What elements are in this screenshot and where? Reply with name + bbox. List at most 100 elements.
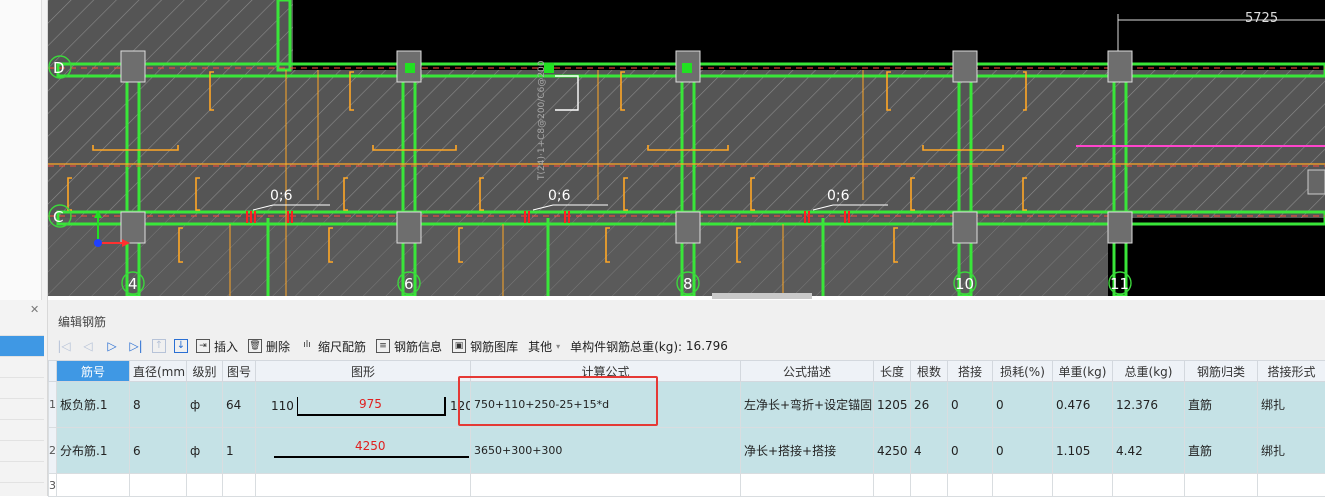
cell-empty[interactable] [57, 474, 130, 497]
shape-bar-line [274, 456, 469, 458]
cell-empty[interactable] [1258, 474, 1325, 497]
list-item[interactable] [0, 315, 44, 336]
header-fig-no[interactable]: 图号 [223, 361, 256, 382]
cell-category[interactable]: 直筋 [1185, 382, 1258, 428]
axis-label: 6 [404, 275, 414, 293]
cell-total-weight[interactable]: 12.376 [1113, 382, 1185, 428]
cell-formula[interactable]: 750+110+250-25+15*d [471, 382, 741, 428]
cell-lap-form[interactable]: 绑扎 [1258, 428, 1325, 474]
cell-empty[interactable] [471, 474, 741, 497]
cell-grade[interactable]: ф [187, 428, 223, 474]
next-record-icon[interactable]: ▷ [104, 339, 120, 353]
header-total-weight[interactable]: 总重(kg) [1113, 361, 1185, 382]
cell-fig-no[interactable]: 1 [223, 428, 256, 474]
rebar-library-button[interactable]: ▣钢筋图库 [452, 338, 518, 355]
cell-bar-name[interactable]: 分布筋.1 [57, 428, 130, 474]
cell-length[interactable]: 1205 [874, 382, 911, 428]
header-unit-weight[interactable]: 单重(kg) [1053, 361, 1113, 382]
cell-formula[interactable]: 3650+300+300 [471, 428, 741, 474]
cell-empty[interactable] [223, 474, 256, 497]
header-diameter[interactable]: 直径(mm) [130, 361, 187, 382]
cell-lap[interactable]: 0 [948, 382, 993, 428]
cell-loss[interactable]: 0 [993, 428, 1053, 474]
axis-label: C [53, 208, 63, 226]
list-item-selected[interactable] [0, 336, 44, 357]
table-row-empty[interactable]: 3 [49, 474, 1325, 497]
cell-empty[interactable] [1113, 474, 1185, 497]
header-grade[interactable]: 级别 [187, 361, 223, 382]
cell-empty[interactable] [1185, 474, 1258, 497]
axis-label: D [53, 59, 65, 77]
cell-bar-name[interactable]: 板负筋.1 [57, 382, 130, 428]
slab-hatch [48, 0, 293, 70]
cell-empty[interactable] [187, 474, 223, 497]
cell-count[interactable]: 4 [911, 428, 948, 474]
cell-shape[interactable]: 4250 [256, 428, 471, 474]
cad-viewport[interactable]: 5725 [48, 0, 1325, 296]
header-bar-name[interactable]: 筋号 [57, 361, 130, 382]
slab-hatch [48, 218, 1108, 296]
cell-length[interactable]: 4250 [874, 428, 911, 474]
cell-diameter[interactable]: 8 [130, 382, 187, 428]
cell-empty[interactable] [874, 474, 911, 497]
row-index: 3 [49, 474, 57, 497]
other-dropdown[interactable]: 其他▾ [528, 338, 560, 355]
slab-hatch [48, 70, 1325, 218]
last-record-icon[interactable]: ▷| [128, 339, 144, 353]
horizontal-scrollbar[interactable] [712, 293, 812, 299]
cell-grade[interactable]: ф [187, 382, 223, 428]
shape-mid-dim: 975 [359, 397, 382, 411]
cell-unit-weight[interactable]: 0.476 [1053, 382, 1113, 428]
cell-total-weight[interactable]: 4.42 [1113, 428, 1185, 474]
shape-bar-line [297, 414, 444, 416]
header-lap[interactable]: 搭接 [948, 361, 993, 382]
move-up-icon[interactable]: ↑ [152, 339, 166, 353]
cell-diameter[interactable]: 6 [130, 428, 187, 474]
shape-left-dim: 110 [271, 399, 294, 413]
header-loss[interactable]: 损耗(%) [993, 361, 1053, 382]
header-category[interactable]: 钢筋归类 [1185, 361, 1258, 382]
header-shape[interactable]: 图形 [256, 361, 471, 382]
header-formula[interactable]: 计算公式 [471, 361, 741, 382]
list-item[interactable] [0, 462, 44, 483]
list-item[interactable] [0, 420, 44, 441]
cell-formula-desc[interactable]: 左净长+弯折+设定锚固 [741, 382, 874, 428]
cell-lap[interactable]: 0 [948, 428, 993, 474]
total-weight-label: 单构件钢筋总重(kg): [570, 338, 682, 355]
delete-button[interactable]: 🗑删除 [248, 338, 290, 355]
cell-empty[interactable] [130, 474, 187, 497]
cell-empty[interactable] [741, 474, 874, 497]
cell-unit-weight[interactable]: 1.105 [1053, 428, 1113, 474]
header-length[interactable]: 长度 [874, 361, 911, 382]
header-lap-form[interactable]: 搭接形式 [1258, 361, 1325, 382]
list-item[interactable] [0, 399, 44, 420]
list-item[interactable] [0, 357, 44, 378]
cell-formula-desc[interactable]: 净长+搭接+搭接 [741, 428, 874, 474]
row-index: 2 [49, 428, 57, 474]
cell-empty[interactable] [911, 474, 948, 497]
move-down-icon[interactable]: ↓ [174, 339, 188, 353]
header-count[interactable]: 根数 [911, 361, 948, 382]
rebar-annotation: T(24)·1+C8@200/C6@200 [537, 60, 547, 181]
list-item[interactable] [0, 378, 44, 399]
ruler-icon: ılı [300, 339, 314, 353]
list-item[interactable] [0, 441, 44, 462]
insert-button[interactable]: ⇥插入 [196, 338, 238, 355]
cell-shape[interactable]: 110 975 120 [256, 382, 471, 428]
cell-empty[interactable] [256, 474, 471, 497]
header-formula-desc[interactable]: 公式描述 [741, 361, 874, 382]
rebar-info-button[interactable]: ≡钢筋信息 [376, 338, 442, 355]
first-record-icon[interactable]: |◁ [56, 339, 72, 353]
cell-count[interactable]: 26 [911, 382, 948, 428]
scale-rebar-button[interactable]: ılı缩尺配筋 [300, 338, 366, 355]
cell-empty[interactable] [948, 474, 993, 497]
cell-fig-no[interactable]: 64 [223, 382, 256, 428]
table-row[interactable]: 2 分布筋.1 6 ф 1 4250 3650+300+300 净长+搭接+搭接… [49, 428, 1325, 474]
cell-category[interactable]: 直筋 [1185, 428, 1258, 474]
cell-empty[interactable] [993, 474, 1053, 497]
cell-lap-form[interactable]: 绑扎 [1258, 382, 1325, 428]
prev-record-icon[interactable]: ◁ [80, 339, 96, 353]
table-row[interactable]: 1 板负筋.1 8 ф 64 110 975 120 750+110+250-2… [49, 382, 1325, 428]
cell-loss[interactable]: 0 [993, 382, 1053, 428]
cell-empty[interactable] [1053, 474, 1113, 497]
